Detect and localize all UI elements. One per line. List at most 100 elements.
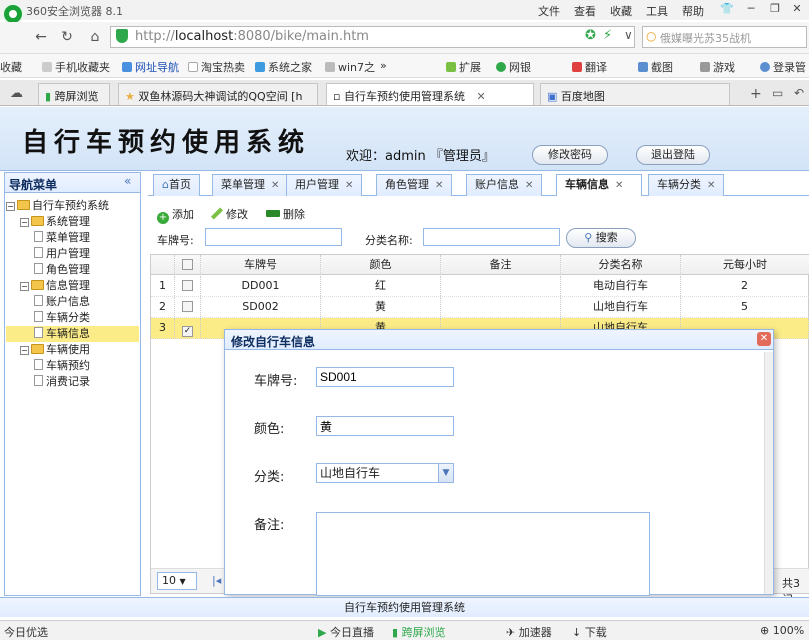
close-icon[interactable]: ✕ [615, 180, 623, 191]
bookmark-taobao[interactable]: 淘宝热卖 [188, 59, 245, 75]
tool-translate[interactable]: 翻译 [572, 59, 607, 75]
row-checkbox[interactable] [175, 276, 201, 296]
edit-button[interactable]: 修改 [210, 206, 248, 222]
new-tab-icon[interactable]: + [750, 86, 762, 102]
cloud-icon[interactable]: ☁ [10, 86, 23, 101]
shirt-icon[interactable]: 👕 [716, 0, 738, 18]
tab-vehicle-category[interactable]: 车辆分类 ✕ [648, 174, 725, 196]
bookmark-syshome[interactable]: 系统之家 [255, 59, 312, 75]
bookmark-more[interactable]: » [380, 59, 387, 72]
chevron-down-icon[interactable]: ▼ [438, 464, 453, 482]
column-header-plate[interactable]: 车牌号 [201, 255, 321, 275]
first-page-icon[interactable]: |◂ [212, 574, 221, 587]
status-download[interactable]: ↓ 下载 [572, 624, 607, 640]
add-button[interactable]: + 添加 [157, 206, 194, 224]
color-input[interactable] [316, 416, 454, 436]
refresh-green-icon[interactable]: ✪ [585, 28, 596, 43]
select-all-checkbox[interactable] [175, 255, 201, 275]
bookmark-mobile[interactable]: 手机收藏夹 [42, 59, 110, 75]
tab-vehicle-info[interactable]: 车辆信息 ✕ [556, 174, 642, 196]
nav-tree-item[interactable]: 菜单管理 [6, 230, 139, 246]
status-accelerator[interactable]: ✈ 加速器 [506, 624, 552, 640]
back-icon[interactable]: ← [32, 28, 50, 46]
close-icon[interactable]: ✕ [271, 180, 279, 191]
expand-toggle-icon[interactable]: − [6, 202, 15, 211]
menu-file[interactable]: 文件 [538, 3, 560, 19]
nav-tree-item[interactable]: 角色管理 [6, 262, 139, 278]
column-header-color[interactable]: 颜色 [321, 255, 441, 275]
dialog-scrollbar[interactable] [764, 352, 773, 594]
tab-account-info[interactable]: 账户信息 ✕ [466, 174, 543, 196]
nav-tree-item[interactable]: 车辆预约 [6, 358, 139, 374]
refresh-icon[interactable]: ↻ [58, 28, 76, 46]
status-cross-screen[interactable]: ▮ 跨屏浏览 [392, 624, 446, 640]
nav-tree-item[interactable]: 用户管理 [6, 246, 139, 262]
row-checkbox[interactable] [175, 297, 201, 317]
menu-tools[interactable]: 工具 [646, 3, 668, 19]
table-row[interactable]: 2 SD002 黄 山地自行车 5 [151, 297, 809, 318]
menu-view[interactable]: 查看 [574, 3, 596, 19]
restore-icon[interactable]: ❐ [764, 0, 786, 18]
delete-button[interactable]: 删除 [266, 206, 305, 222]
minimize-icon[interactable]: ─ [740, 0, 762, 18]
collapse-icon[interactable]: « [124, 174, 131, 188]
expand-toggle-icon[interactable]: − [20, 346, 29, 355]
close-icon[interactable]: ✕ [525, 180, 533, 191]
status-today-picks[interactable]: 今日优选 [4, 624, 48, 640]
browser-tab-cross-screen[interactable]: ▮ 跨屏浏览 [38, 83, 110, 105]
close-icon[interactable]: ✕ [786, 0, 808, 18]
browser-tab-baidu-map[interactable]: ▣ 百度地图 [540, 83, 730, 105]
tool-login[interactable]: 登录管 [760, 59, 806, 75]
close-icon[interactable]: ✕ [707, 180, 715, 191]
bookmark-win7[interactable]: win7之 [325, 59, 375, 75]
change-password-button[interactable]: 修改密码 [532, 145, 608, 165]
nav-tree-item[interactable]: 账户信息 [6, 294, 139, 310]
bookmark-favorites[interactable]: 收藏 [0, 59, 22, 75]
tab-role-mgmt[interactable]: 角色管理 ✕ [376, 174, 453, 196]
browser-tab-bike[interactable]: ▫ 自行车预约使用管理系统 ✕ [326, 83, 534, 105]
tool-banking[interactable]: 网银 [496, 59, 531, 75]
column-header-note[interactable]: 备注 [441, 255, 561, 275]
close-icon[interactable]: ✕ [435, 180, 443, 191]
row-checkbox[interactable]: ✓ [175, 318, 201, 338]
close-icon[interactable]: ✕ [345, 180, 353, 191]
bookmark-nav[interactable]: 网址导航 [122, 59, 179, 75]
nav-tree-item[interactable]: − 信息管理 [6, 278, 139, 294]
tab-list-icon[interactable]: ▭ [772, 86, 783, 100]
menu-help[interactable]: 帮助 [682, 3, 704, 19]
url-text[interactable]: http://localhost:8080/bike/main.htm [135, 29, 369, 44]
category-select[interactable]: 山地自行车 [316, 463, 454, 483]
plate-search-input[interactable] [205, 228, 342, 246]
nav-tree-item[interactable]: 消费记录 [6, 374, 139, 390]
chevron-down-icon[interactable]: ∨ [624, 28, 633, 42]
expand-toggle-icon[interactable]: − [20, 218, 29, 227]
nav-tree-item[interactable]: − 自行车预约系统 [6, 198, 139, 214]
plate-input[interactable] [316, 367, 454, 387]
tool-screenshot[interactable]: 截图 [638, 59, 673, 75]
search-text[interactable]: 俄媒曝光苏35战机 [660, 30, 751, 46]
table-row[interactable]: 1 DD001 红 电动自行车 2 [151, 276, 809, 297]
expand-toggle-icon[interactable]: − [20, 282, 29, 291]
menu-favorites[interactable]: 收藏 [610, 3, 632, 19]
column-header-price[interactable]: 元每小时 [681, 255, 809, 275]
status-zoom[interactable]: ⊕ 100% [760, 624, 804, 637]
category-search-input[interactable] [423, 228, 560, 246]
nav-tree-item[interactable]: − 系统管理 [6, 214, 139, 230]
nav-tree-item[interactable]: 车辆信息 [6, 326, 139, 342]
note-textarea[interactable] [316, 512, 650, 596]
nav-tree-item[interactable]: − 车辆使用 [6, 342, 139, 358]
search-button[interactable]: ⚲ 搜索 [566, 228, 636, 248]
lightning-icon[interactable]: ⚡ [603, 28, 612, 43]
column-header-category[interactable]: 分类名称 [561, 255, 681, 275]
tool-games[interactable]: 游戏 [700, 59, 735, 75]
logout-button[interactable]: 退出登陆 [636, 145, 710, 165]
browser-tab-qq[interactable]: ★ 双鱼林源码大神调试的QQ空间 [h [118, 83, 318, 105]
tab-menu-mgmt[interactable]: 菜单管理 ✕ [212, 174, 289, 196]
page-size-select[interactable]: 10 ▼ [157, 572, 197, 590]
tool-extensions[interactable]: 扩展 [446, 59, 481, 75]
nav-tree-item[interactable]: 车辆分类 [6, 310, 139, 326]
undo-icon[interactable]: ↶ [794, 86, 804, 100]
dialog-close-icon[interactable]: ✕ [757, 332, 771, 346]
status-live[interactable]: ▶ 今日直播 [318, 624, 374, 640]
tab-home[interactable]: ⌂首页 [153, 174, 200, 196]
